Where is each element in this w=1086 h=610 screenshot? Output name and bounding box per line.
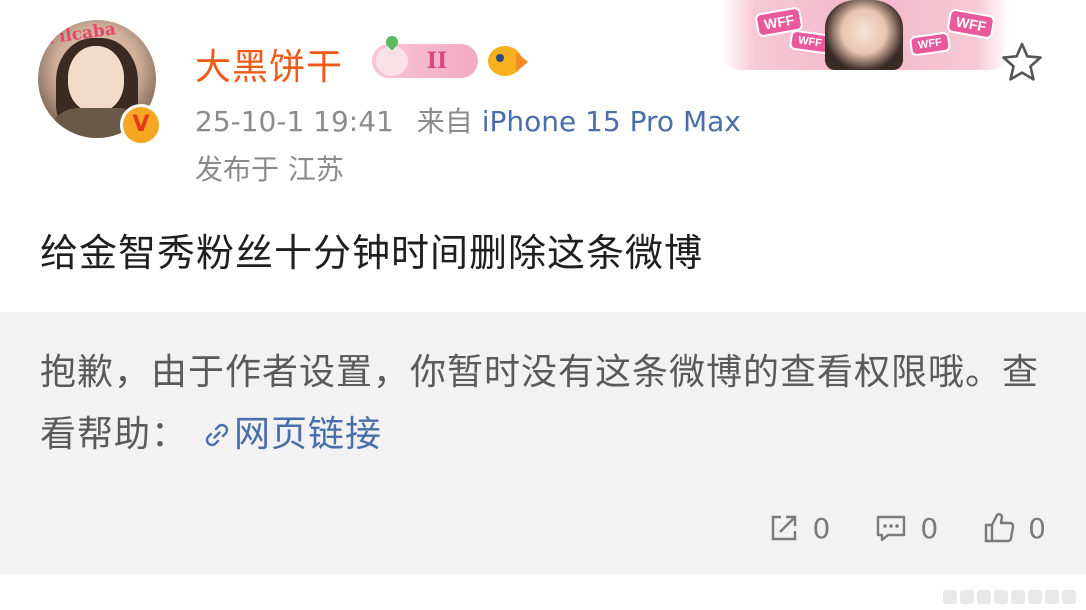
watermark-icon xyxy=(943,590,1076,604)
link-icon xyxy=(205,423,229,447)
post-header: Pilcaba V 大黑饼干 II WFF WFF WFF WFF 25-10-… xyxy=(0,0,1086,200)
fish-eye xyxy=(496,54,504,62)
like-button[interactable]: 0 xyxy=(982,511,1046,545)
level-badge-mascot xyxy=(376,46,408,76)
action-bar: 0 0 0 xyxy=(767,508,1046,548)
level-badge[interactable]: II xyxy=(372,33,478,78)
like-count: 0 xyxy=(1028,511,1046,545)
web-link[interactable]: 网页链接 xyxy=(188,414,382,455)
banner-tag: WFF xyxy=(946,8,997,40)
avatar-face xyxy=(68,46,124,112)
post-time: 25-10-1 19:41 xyxy=(195,105,394,138)
like-icon xyxy=(984,513,1015,543)
bottom-strip xyxy=(0,574,1086,610)
decoration-banner: WFF WFF WFF WFF xyxy=(720,0,1010,70)
verified-badge: V xyxy=(120,104,162,146)
avatar[interactable]: Pilcaba V xyxy=(38,20,162,146)
level-badge-label: II xyxy=(426,48,448,74)
post-location: 发布于 江苏 xyxy=(195,153,344,186)
repost-icon xyxy=(771,515,796,541)
source-prefix: 来自 xyxy=(416,105,473,138)
comment-icon xyxy=(877,515,906,542)
banner-tag: WFF xyxy=(908,31,952,57)
username[interactable]: 大黑饼干 xyxy=(195,38,343,90)
repost-panel[interactable]: 抱歉，由于作者设置，你暂时没有这条微博的查看权限哦。查看帮助： 网页链接 0 0 xyxy=(0,312,1086,574)
fish-badge-icon[interactable] xyxy=(488,42,528,80)
post-meta: 25-10-1 19:41 来自 iPhone 15 Pro Max xyxy=(195,100,741,140)
permission-notice: 抱歉，由于作者设置，你暂时没有这条微博的查看权限哦。查看帮助： 网页链接 xyxy=(40,342,1040,466)
star-icon[interactable] xyxy=(1000,40,1044,84)
comment-count: 0 xyxy=(920,511,939,545)
repost-count: 0 xyxy=(812,511,831,545)
source-device[interactable]: iPhone 15 Pro Max xyxy=(482,105,741,138)
fish-tail xyxy=(516,52,528,72)
web-link-label: 网页链接 xyxy=(234,414,383,455)
banner-portrait xyxy=(825,0,903,70)
repost-button[interactable]: 0 xyxy=(767,511,831,545)
comment-button[interactable]: 0 xyxy=(874,511,938,545)
post-text: 给金智秀粉丝十分钟时间删除这条微博 xyxy=(40,231,704,275)
